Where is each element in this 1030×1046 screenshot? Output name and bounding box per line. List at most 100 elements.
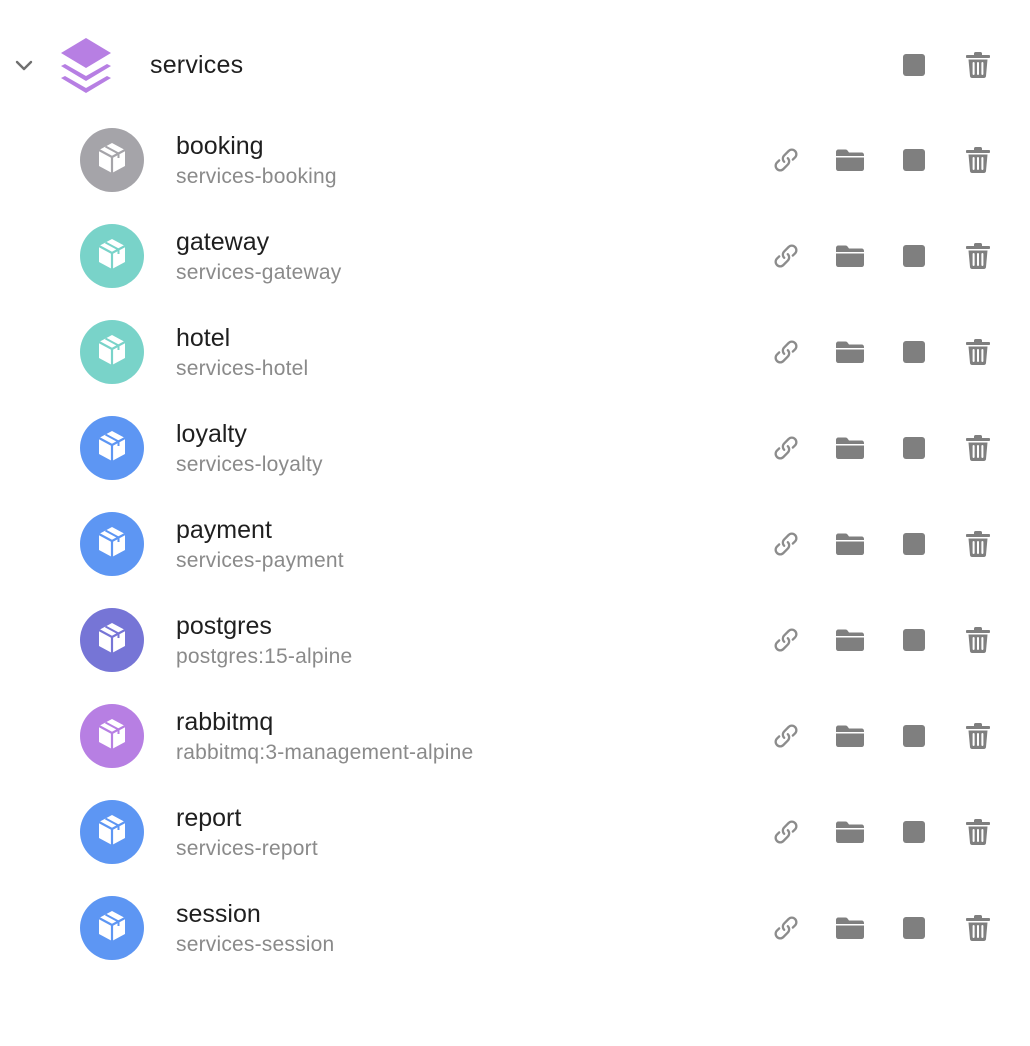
stop-button[interactable] [892, 330, 936, 374]
cube-icon [95, 813, 129, 852]
trash-icon [965, 242, 991, 270]
stop-icon [903, 245, 925, 267]
stop-button[interactable] [892, 906, 936, 950]
container-avatar [80, 416, 144, 480]
container-avatar [80, 608, 144, 672]
folder-icon [835, 340, 865, 364]
container-name: payment [176, 516, 272, 544]
container-row-loyalty[interactable]: loyalty services-loyalty [0, 400, 1030, 496]
open-link-button[interactable] [764, 330, 808, 374]
container-avatar [80, 512, 144, 576]
open-folder-button[interactable] [828, 810, 872, 854]
stop-icon [903, 725, 925, 747]
container-row-postgres[interactable]: postgres postgres:15-alpine [0, 592, 1030, 688]
open-folder-button[interactable] [828, 522, 872, 566]
open-folder-button[interactable] [828, 714, 872, 758]
open-folder-button[interactable] [828, 330, 872, 374]
open-folder-button[interactable] [828, 234, 872, 278]
link-icon [771, 625, 801, 655]
stop-icon [903, 629, 925, 651]
cube-icon [95, 333, 129, 372]
open-link-button[interactable] [764, 810, 808, 854]
container-row-rabbitmq[interactable]: rabbitmq rabbitmq:3-management-alpine [0, 688, 1030, 784]
chevron-down-icon[interactable] [12, 53, 36, 77]
delete-button[interactable] [956, 426, 1000, 470]
trash-icon [965, 146, 991, 174]
container-image: postgres:15-alpine [176, 645, 353, 668]
cube-icon [95, 621, 129, 660]
delete-button[interactable] [956, 234, 1000, 278]
trash-icon [965, 626, 991, 654]
cube-icon [95, 429, 129, 468]
stop-button[interactable] [892, 522, 936, 566]
link-icon [771, 529, 801, 559]
stop-button[interactable] [892, 138, 936, 182]
cube-icon [95, 717, 129, 756]
container-row-booking[interactable]: booking services-booking [0, 112, 1030, 208]
stop-button[interactable] [892, 810, 936, 854]
trash-icon [965, 338, 991, 366]
group-header-services[interactable]: services [0, 32, 1030, 98]
container-image: services-loyalty [176, 453, 323, 476]
link-icon [771, 721, 801, 751]
stop-button[interactable] [892, 426, 936, 470]
open-link-button[interactable] [764, 522, 808, 566]
trash-icon [965, 818, 991, 846]
trash-icon [965, 530, 991, 558]
link-icon [771, 913, 801, 943]
container-name: loyalty [176, 420, 247, 448]
folder-icon [835, 820, 865, 844]
container-row-hotel[interactable]: hotel services-hotel [0, 304, 1030, 400]
stop-button[interactable] [892, 234, 936, 278]
open-folder-button[interactable] [828, 906, 872, 950]
stop-icon [903, 437, 925, 459]
folder-icon [835, 244, 865, 268]
delete-button[interactable] [956, 906, 1000, 950]
open-link-button[interactable] [764, 426, 808, 470]
stop-button[interactable] [892, 714, 936, 758]
folder-icon [835, 628, 865, 652]
container-row-report[interactable]: report services-report [0, 784, 1030, 880]
cube-icon [95, 237, 129, 276]
stop-icon [903, 821, 925, 843]
container-row-gateway[interactable]: gateway services-gateway [0, 208, 1030, 304]
trash-icon [965, 914, 991, 942]
container-avatar [80, 896, 144, 960]
open-folder-button[interactable] [828, 426, 872, 470]
cube-icon [95, 909, 129, 948]
container-row-payment[interactable]: payment services-payment [0, 496, 1030, 592]
delete-button[interactable] [956, 618, 1000, 662]
container-image: services-hotel [176, 357, 309, 380]
open-link-button[interactable] [764, 138, 808, 182]
delete-button[interactable] [956, 43, 1000, 87]
folder-icon [835, 148, 865, 172]
open-link-button[interactable] [764, 234, 808, 278]
delete-button[interactable] [956, 330, 1000, 374]
container-name: hotel [176, 324, 231, 352]
delete-button[interactable] [956, 714, 1000, 758]
container-name: booking [176, 132, 264, 160]
folder-icon [835, 916, 865, 940]
container-avatar [80, 704, 144, 768]
container-name: rabbitmq [176, 708, 274, 736]
open-folder-button[interactable] [828, 138, 872, 182]
container-image: services-payment [176, 549, 344, 572]
open-link-button[interactable] [764, 906, 808, 950]
container-row-session[interactable]: session services-session [0, 880, 1030, 976]
open-link-button[interactable] [764, 714, 808, 758]
container-image: rabbitmq:3-management-alpine [176, 741, 474, 764]
open-folder-button[interactable] [828, 618, 872, 662]
delete-button[interactable] [956, 138, 1000, 182]
folder-icon [835, 532, 865, 556]
link-icon [771, 433, 801, 463]
stop-icon [903, 149, 925, 171]
stop-icon [903, 917, 925, 939]
delete-button[interactable] [956, 810, 1000, 854]
delete-button[interactable] [956, 522, 1000, 566]
trash-icon [965, 722, 991, 750]
container-name: report [176, 804, 242, 832]
open-link-button[interactable] [764, 618, 808, 662]
stop-button[interactable] [892, 43, 936, 87]
stop-button[interactable] [892, 618, 936, 662]
folder-icon [835, 724, 865, 748]
